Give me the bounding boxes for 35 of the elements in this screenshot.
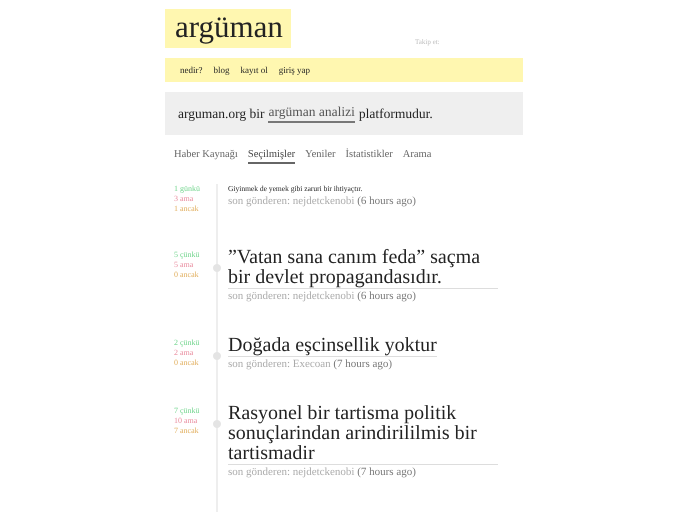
tab[interactable]: Arama [402,149,432,164]
count-label: 5 çünkü [174,250,201,260]
nav-link[interactable]: kayıt ol [240,65,268,75]
time-label: (7 hours ago) [357,466,416,478]
intro-text: arguman.org bir argüman analizi platformudur. [165,92,523,135]
nav-link[interactable]: blog [214,65,230,75]
time-label: (6 hours ago) [357,290,416,302]
author-label: son gönderen: Execoan [228,358,331,370]
tab[interactable]: İstatistikler [346,149,393,164]
tab[interactable]: Yeniler [305,149,336,164]
count-label: 3 ama [174,194,194,204]
count-label: 2 çünkü [174,338,201,348]
time-label: (7 hours ago) [333,358,392,370]
time-label: (6 hours ago) [357,195,416,207]
argument-title[interactable]: ”Vatan sana canım feda” saçma bir devlet propagandasıdır. [228,247,498,289]
count-label: 0 ancak [174,358,200,368]
nav-link[interactable]: nedir? [180,65,202,75]
count-label: 7 çünkü [174,406,201,416]
argument-title[interactable]: Doğada eşcinsellik yoktur [228,335,437,357]
intro-link[interactable]: argüman analizi [268,104,355,123]
tab[interactable]: Seçilmişler [248,149,296,164]
author-label: son gönderen: nejdetckenobi [228,195,354,207]
author-label: son gönderen: nejdetckenobi [228,466,354,478]
site-logo[interactable]: argüman [165,9,291,48]
count-label: 10 ama [174,416,198,426]
count-label: 0 ancak [174,270,200,280]
count-label: 2 ama [174,348,194,358]
count-label: 5 ama [174,260,194,270]
argument-title[interactable]: Rasyonel bir tartisma politik sonuçlarindan arindirililmis bir tartismadir [228,403,498,465]
count-label: 7 ancak [174,426,200,436]
author-label: son gönderen: nejdetckenobi [228,290,354,302]
nav-link[interactable]: giriş yap [278,65,310,75]
tab[interactable]: Haber Kaynağı [174,149,238,164]
count-label: 1 ancak [174,204,200,214]
count-label: 1 günkü [174,184,201,194]
